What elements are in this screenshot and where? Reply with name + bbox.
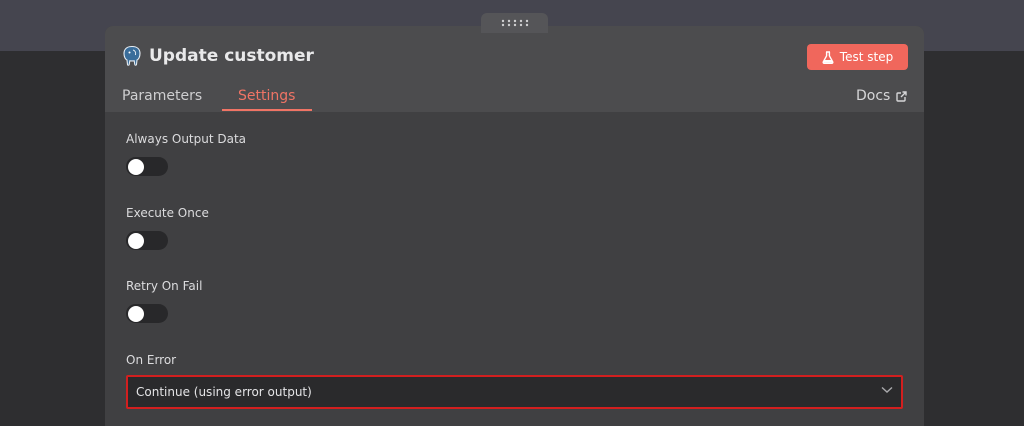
tab-settings[interactable]: Settings: [238, 86, 295, 106]
tab-parameters[interactable]: Parameters: [122, 86, 202, 106]
on-error-select[interactable]: Continue (using error output): [126, 375, 903, 409]
chevron-down-icon: [881, 386, 893, 394]
active-tab-indicator: [222, 109, 312, 111]
external-link-icon: [896, 90, 908, 102]
execute-once-label: Execute Once: [126, 206, 209, 220]
node-title: Update customer: [149, 46, 314, 66]
always-output-data-label: Always Output Data: [126, 132, 247, 146]
toggle-knob: [128, 232, 144, 249]
always-output-data-toggle[interactable]: [126, 157, 168, 176]
test-step-button[interactable]: Test step: [807, 44, 908, 70]
panel-drag-handle[interactable]: [481, 13, 548, 33]
docs-label: Docs: [856, 88, 891, 104]
on-error-value: Continue (using error output): [136, 385, 312, 399]
drag-dots-icon: [501, 19, 528, 27]
flask-icon: [822, 50, 834, 64]
docs-link[interactable]: Docs: [856, 86, 908, 106]
test-step-label: Test step: [839, 50, 894, 64]
postgres-elephant-icon: [122, 45, 142, 67]
toggle-knob: [128, 305, 144, 322]
panel-header: Update customer Test step Parameters Set…: [105, 26, 924, 112]
retry-on-fail-label: Retry On Fail: [126, 279, 203, 293]
on-error-label: On Error: [126, 353, 177, 367]
execute-once-toggle[interactable]: [126, 231, 168, 250]
retry-on-fail-toggle[interactable]: [126, 304, 168, 323]
toggle-knob: [128, 158, 144, 175]
node-settings-panel: Update customer Test step Parameters Set…: [105, 26, 924, 426]
